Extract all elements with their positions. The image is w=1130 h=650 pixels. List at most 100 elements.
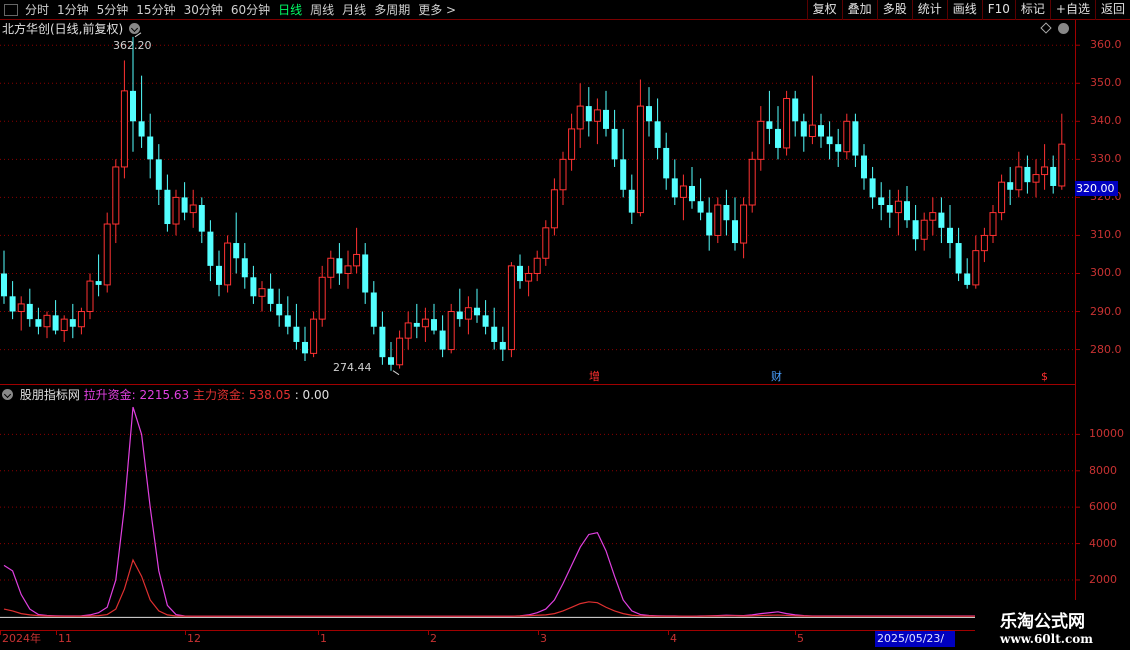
event-marker-cai[interactable]: 财 — [771, 371, 782, 383]
candle-body — [276, 303, 283, 316]
candle-body — [130, 90, 136, 122]
indicator-axis-label: 4000 — [1089, 536, 1117, 550]
candle-body — [843, 120, 851, 153]
price-axis-label: 300.0 — [1090, 266, 1122, 280]
candle-body — [732, 220, 738, 244]
time-axis-label: 3 — [540, 632, 547, 645]
candle-body — [1032, 174, 1040, 183]
candle-body — [507, 265, 515, 351]
time-axis-label: 1 — [320, 632, 327, 645]
price-axis-label: 310.0 — [1090, 228, 1122, 242]
candle-body — [654, 121, 661, 148]
candle-body — [955, 243, 962, 274]
panel-separator[interactable] — [0, 384, 1075, 385]
candle-body — [714, 204, 722, 236]
candle-body — [370, 292, 377, 327]
candle-body — [1041, 166, 1049, 176]
candle-body — [318, 276, 326, 320]
candle-body — [302, 341, 308, 354]
indicator-name[interactable]: 股朋指标网 — [20, 388, 80, 402]
candle-body — [43, 314, 51, 328]
candle-body — [542, 227, 550, 259]
candle-body — [818, 125, 824, 137]
line1-value: 2215.63 — [139, 388, 190, 402]
indicator-axis-label: 8000 — [1089, 463, 1117, 477]
candle-body — [757, 120, 765, 160]
stock-title: 北方华创(日线,前复权) — [2, 22, 124, 36]
candle-body — [267, 288, 274, 304]
candle-body — [792, 98, 799, 122]
candle-body — [1024, 166, 1031, 183]
candle-body — [904, 201, 910, 221]
candle-body — [26, 303, 33, 320]
candle-body — [723, 205, 730, 221]
candle-body — [464, 307, 472, 320]
candle-body — [517, 265, 523, 282]
chart-canvas[interactable] — [0, 0, 1130, 650]
line1-label: 拉升资金: — [83, 388, 136, 402]
event-marker-dollar[interactable]: $ — [1041, 371, 1048, 383]
candle-body — [869, 178, 876, 198]
indicator-axis-label: 6000 — [1089, 500, 1117, 514]
candle-body — [533, 257, 541, 274]
time-axis-label: 11 — [58, 632, 72, 645]
watermark-title: 乐淘公式网 — [1000, 612, 1085, 632]
candle-body — [60, 318, 68, 332]
candle-body — [671, 178, 678, 198]
candle-body — [1015, 166, 1023, 191]
price-chart-title: 北方华创(日线,前复权) — [2, 22, 141, 36]
price-axis-label: 330.0 — [1090, 152, 1122, 166]
candle-body — [155, 159, 162, 190]
chevron-down-icon[interactable] — [2, 389, 13, 400]
candle-body — [783, 97, 791, 149]
candle-body — [593, 109, 601, 122]
candle-body — [353, 253, 361, 267]
candle-body — [310, 318, 318, 354]
chevron-down-icon[interactable] — [129, 23, 141, 34]
candle-body — [447, 311, 455, 351]
candle-body — [998, 181, 1006, 214]
candle-body — [980, 234, 988, 252]
candle-body — [172, 196, 180, 225]
candle-body — [628, 189, 635, 213]
candle-body — [706, 212, 713, 236]
candle-body — [250, 277, 257, 297]
candle-body — [920, 219, 928, 240]
candle-body — [740, 204, 748, 244]
candle-body — [379, 326, 386, 358]
time-axis-tick — [318, 631, 319, 635]
candle-body — [112, 166, 120, 225]
candle-body — [362, 254, 369, 293]
candle-body — [77, 311, 85, 328]
candle-body — [568, 128, 576, 160]
current-price-marker: 320.00 — [1075, 181, 1118, 196]
time-axis-label: 5 — [797, 632, 804, 645]
candle-body — [964, 273, 971, 285]
time-axis-label: 2024年 — [2, 632, 41, 645]
candle-body — [499, 341, 506, 350]
candle-body — [388, 357, 394, 365]
candle-body — [894, 200, 902, 214]
candle-body — [198, 205, 205, 232]
menu-circle-icon[interactable] — [1058, 23, 1069, 34]
candle-body — [603, 109, 609, 129]
indicator-axis-label: 10000 — [1089, 427, 1124, 441]
candle-body — [861, 155, 867, 179]
candle-body — [748, 158, 756, 206]
price-axis-label: 280.0 — [1090, 342, 1122, 356]
event-marker-zeng[interactable]: 增 — [589, 371, 600, 383]
candle-body — [663, 147, 670, 179]
low-pointer — [392, 370, 400, 376]
candle-body — [1050, 166, 1057, 186]
candle-body — [947, 227, 953, 244]
time-axis-tick — [668, 631, 669, 635]
price-axis-label: 340.0 — [1090, 114, 1122, 128]
time-axis-label: 2 — [430, 632, 437, 645]
candle-body — [103, 223, 111, 286]
candle-body — [808, 124, 816, 138]
time-axis-label: 12 — [187, 632, 201, 645]
candle-body — [679, 185, 687, 198]
candle-body — [491, 326, 498, 342]
candle-body — [241, 258, 248, 278]
candle-body — [233, 243, 240, 259]
